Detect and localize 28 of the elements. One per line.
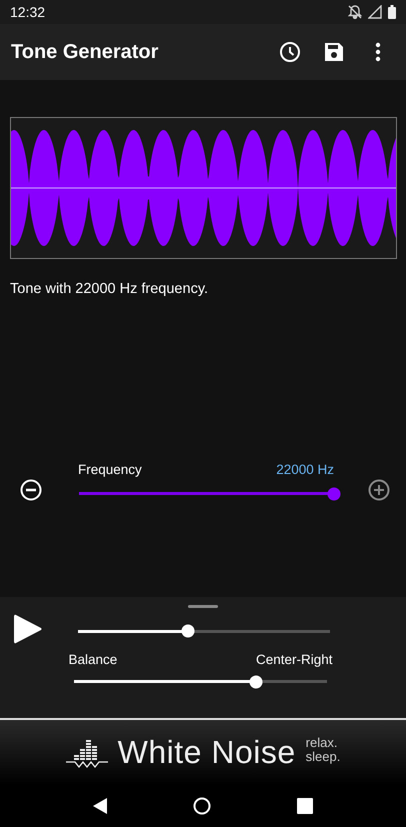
recents-icon — [297, 798, 313, 814]
ad-title[interactable]: White Noise — [118, 734, 296, 771]
frequency-label: Frequency — [78, 462, 142, 477]
battery-icon — [388, 5, 396, 19]
status-time: 12:32 — [10, 4, 46, 20]
back-button[interactable] — [93, 798, 107, 814]
drag-handle[interactable] — [188, 605, 218, 608]
home-icon — [193, 797, 211, 815]
slider-thumb[interactable] — [182, 624, 195, 638]
frequency-reading: 22000 Hz — [276, 462, 334, 477]
back-icon — [93, 798, 107, 814]
slider-thumb[interactable] — [250, 675, 263, 688]
signal-icon — [368, 5, 382, 19]
bell-off-icon — [348, 5, 362, 19]
minus-circle-icon — [20, 479, 42, 501]
ad-tagline: sleep. — [306, 750, 340, 764]
decrease-button[interactable] — [20, 479, 42, 501]
home-button[interactable] — [193, 797, 211, 815]
tone-description: Tone with 22000 Hz frequency. — [10, 281, 210, 297]
balance-reading: Center-Right — [256, 652, 332, 667]
menu-icon — [375, 42, 381, 62]
slider-thumb[interactable] — [327, 487, 340, 500]
plus-circle-icon — [368, 479, 390, 501]
balance-label: Balance — [68, 652, 118, 667]
app-title: Tone Generator — [11, 40, 160, 64]
ad-tagline: relax. — [306, 736, 338, 750]
increase-button[interactable] — [368, 479, 390, 501]
clock-icon — [279, 41, 301, 63]
